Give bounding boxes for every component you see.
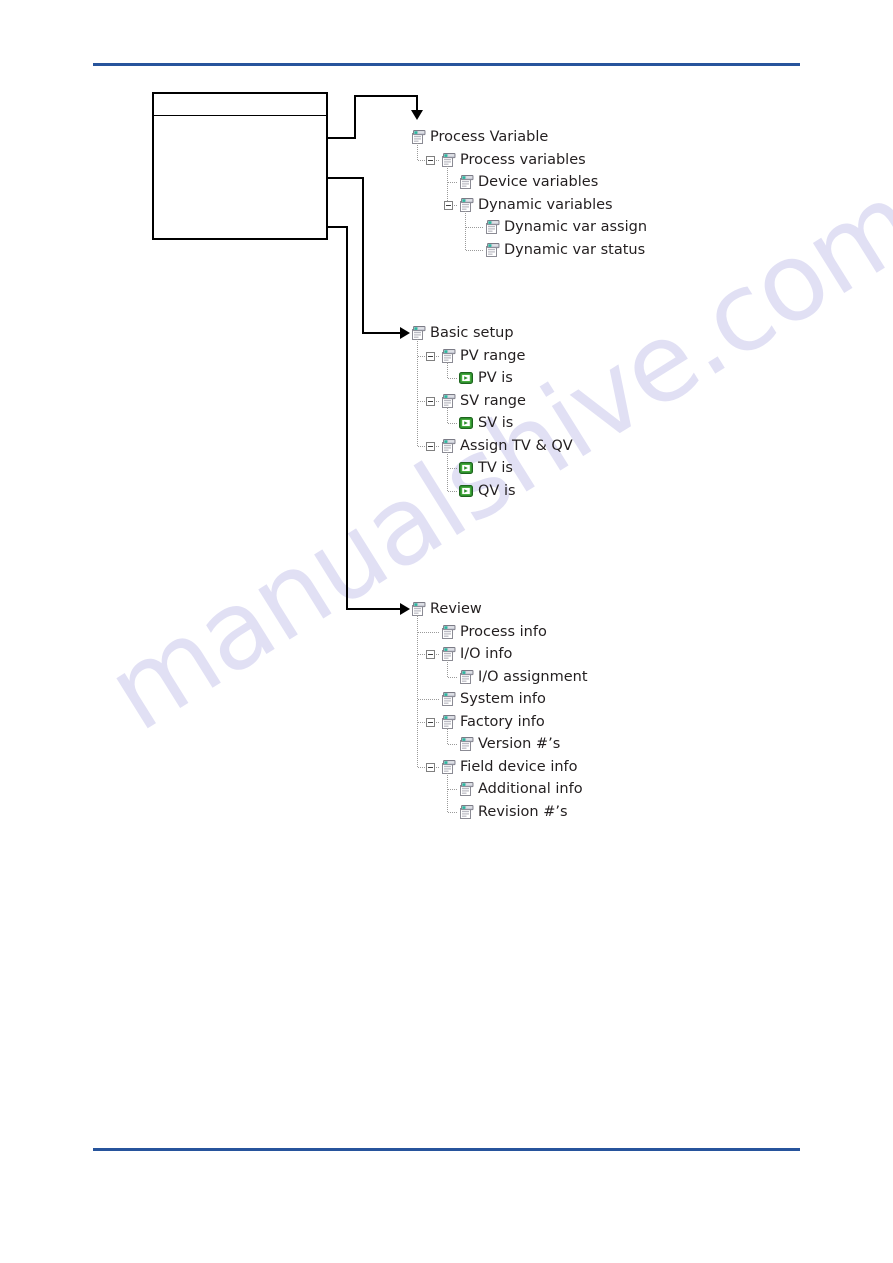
page-top-rule — [93, 63, 800, 66]
menu-icon — [440, 646, 456, 662]
tree-guide-line — [448, 182, 457, 183]
collapse-icon[interactable] — [426, 717, 435, 727]
menu-icon — [440, 624, 456, 640]
menu-icon — [410, 129, 426, 145]
tree-node-label: Dynamic var status — [504, 241, 646, 258]
tree-node-label: Dynamic var assign — [504, 219, 648, 235]
tree-guide-line — [448, 490, 457, 492]
tree-guide-line — [447, 451, 448, 491]
tree-node-label: Factory info — [460, 713, 545, 730]
collapse-icon[interactable] — [426, 441, 435, 451]
menu-icon — [458, 197, 474, 213]
connector-1-segment-h2 — [354, 95, 418, 97]
menu-icon — [440, 393, 456, 409]
tree-guide-line — [418, 699, 439, 700]
reference-box-header — [154, 94, 326, 116]
method-icon — [458, 370, 474, 386]
tree-node-label: PV range — [460, 347, 526, 364]
tree-guide-line — [448, 811, 457, 813]
tree-guide-line — [447, 727, 448, 744]
tree-guide-line — [448, 378, 457, 379]
menu-icon — [440, 438, 456, 454]
tree-node-label: SV is — [478, 415, 514, 431]
tree-guide-line — [447, 772, 448, 812]
tree-node-label: Device variables — [478, 174, 599, 190]
collapse-icon[interactable] — [426, 155, 435, 165]
connector-3-segment-h1 — [328, 226, 348, 228]
menu-icon — [484, 219, 500, 235]
tree-node-label: QV is — [478, 482, 516, 499]
tree-guide-line — [417, 615, 418, 767]
tree-guide-line — [447, 165, 448, 205]
menu-icon — [410, 325, 426, 341]
tree-guide-line — [447, 660, 448, 677]
tree-node-label: Dynamic variables — [478, 196, 613, 213]
tree-guide-line — [418, 631, 439, 633]
menu-icon — [440, 759, 456, 775]
tree-guide-line — [448, 468, 457, 469]
tree-node-label: SV range — [460, 392, 526, 409]
tree-node-label: Version #’s — [478, 736, 561, 752]
connector-2-segment-h1 — [328, 177, 364, 179]
tree-guide-line — [417, 143, 418, 160]
tree-node-label: Additional info — [478, 781, 583, 797]
collapse-icon[interactable] — [426, 650, 435, 659]
connector-2-arrowhead — [400, 327, 410, 339]
tree-node-label: Basic setup — [430, 325, 514, 341]
menu-icon — [440, 714, 456, 730]
tree-node-label: Process Variable — [430, 129, 549, 145]
tree-node-label: PV is — [478, 370, 513, 386]
menu-icon — [440, 691, 456, 707]
tree-guide-line — [447, 406, 448, 423]
tree-guide-line — [465, 210, 466, 250]
tree-guide-line — [466, 227, 483, 228]
connector-3-segment-h2 — [346, 608, 402, 610]
tree-node-label: TV is — [478, 460, 513, 476]
tree-node-label: Process variables — [460, 151, 586, 168]
tree-node-label: Field device info — [460, 758, 578, 775]
tree-node-label: Assign TV & QV — [460, 437, 573, 454]
tree-node-label: Process info — [460, 623, 547, 640]
collapse-icon[interactable] — [426, 351, 435, 361]
tree-guide-line — [448, 423, 457, 424]
connector-1-arrowhead — [411, 110, 423, 120]
tree-guide-line — [448, 789, 457, 790]
menu-icon — [458, 781, 474, 797]
connector-2-segment-h2 — [362, 332, 402, 334]
menu-icon — [458, 804, 474, 820]
method-icon — [458, 460, 474, 476]
menu-icon — [410, 601, 426, 617]
connector-3-segment-v1 — [346, 226, 348, 609]
collapse-icon[interactable] — [444, 200, 453, 210]
reference-box — [152, 92, 328, 240]
connector-3-arrowhead — [400, 603, 410, 615]
collapse-icon[interactable] — [426, 396, 435, 406]
tree-node-label: I/O assignment — [478, 668, 588, 685]
menu-icon — [440, 152, 456, 168]
connector-1-segment-v1 — [354, 95, 356, 139]
menu-icon — [458, 669, 474, 685]
connector-2-segment-v1 — [362, 177, 364, 333]
tree-node-label: I/O info — [460, 646, 513, 662]
menu-icon — [458, 736, 474, 752]
tree-guide-line — [466, 249, 483, 251]
tree-node-label: Review — [430, 601, 482, 617]
tree-guide-line — [447, 361, 448, 378]
method-icon — [458, 415, 474, 431]
collapse-icon[interactable] — [426, 762, 435, 772]
menu-icon — [484, 242, 500, 258]
menu-icon — [458, 174, 474, 190]
tree-guide-line — [448, 744, 457, 745]
method-icon — [458, 483, 474, 499]
tree-node-label: System info — [460, 691, 546, 707]
page-bottom-rule — [93, 1148, 800, 1151]
menu-icon — [440, 348, 456, 364]
connector-1-segment-h1 — [328, 137, 356, 139]
tree-guide-line — [448, 676, 457, 678]
tree-node-label: Revision #’s — [478, 803, 568, 820]
reference-box-body — [154, 116, 326, 260]
